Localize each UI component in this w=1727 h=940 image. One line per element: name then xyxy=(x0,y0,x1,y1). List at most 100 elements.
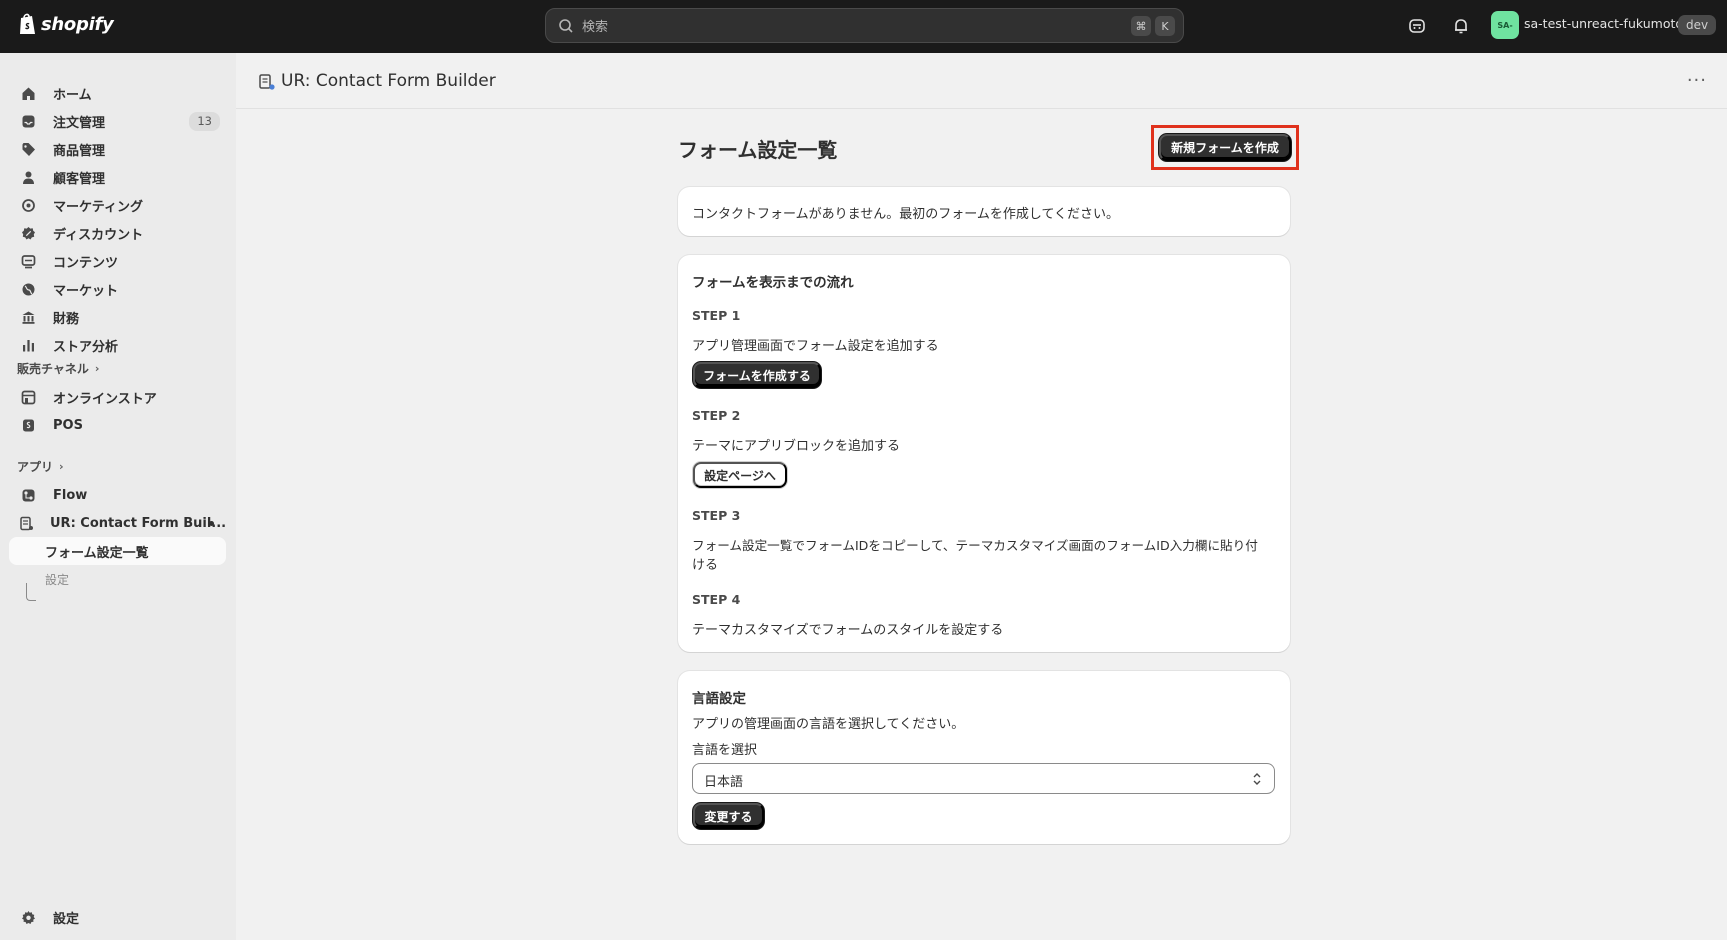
sidebar-item-pos[interactable]: POS xyxy=(9,411,226,439)
app-title: UR: Contact Form Builder xyxy=(281,71,496,91)
sidebar-item-label: 商品管理 xyxy=(53,143,106,159)
sidebar-item-flow[interactable]: Flow xyxy=(9,481,226,509)
globe-icon xyxy=(19,280,37,298)
shortcut-k-key: K xyxy=(1155,16,1175,36)
language-select[interactable]: 日本語 xyxy=(692,763,1275,794)
sidebar-item-label: 設定 xyxy=(53,911,80,927)
step-3-text-line1: フォーム設定一覧でフォームIDをコピーして、テーマカスタマイズ画面のフォームID… xyxy=(692,538,1258,553)
sales-channels-section[interactable]: 販売チャネル › xyxy=(17,360,99,377)
create-form-button[interactable]: フォームを作成する xyxy=(693,362,821,388)
section-label: 販売チャネル xyxy=(17,362,89,376)
env-badge: dev xyxy=(1678,15,1717,35)
bar-chart-icon xyxy=(19,336,37,354)
top-bar: shopify 検索 ⌘ K SA- sa-test-unreact-fukum… xyxy=(0,0,1727,53)
sidebar-subitem-label: フォーム設定一覧 xyxy=(45,545,149,561)
sidebar-item-label: 注文管理 xyxy=(53,115,106,131)
step-1-text: アプリ管理画面でフォーム設定を追加する xyxy=(692,339,939,354)
shopify-bag-icon xyxy=(20,13,35,34)
language-select-label: 言語を選択 xyxy=(692,743,758,758)
sidebar-item-orders[interactable]: 注文管理 13 xyxy=(9,107,226,135)
sidebar-item-label: ストア分析 xyxy=(53,339,119,355)
step-4-heading: STEP 4 xyxy=(692,592,741,607)
store-name[interactable]: sa-test-unreact-fukumoto xyxy=(1524,16,1683,31)
shopify-logo[interactable]: shopify xyxy=(18,12,114,36)
discount-icon xyxy=(19,224,37,242)
step-2-text: テーマにアプリブロックを追加する xyxy=(692,439,901,454)
shortcut-cmd-key: ⌘ xyxy=(1131,16,1151,36)
sidebar-item-label: Flow xyxy=(53,487,88,503)
sidebar-item-content[interactable]: コンテンツ xyxy=(9,247,226,275)
store-avatar[interactable]: SA- xyxy=(1491,11,1519,39)
sidebar-item-label: マーケット xyxy=(53,283,119,299)
sidebar-item-markets[interactable]: マーケット xyxy=(9,275,226,303)
target-icon xyxy=(19,196,37,214)
sidebar-item-online-store[interactable]: オンラインストア xyxy=(9,383,226,411)
app-title-bar: UR: Contact Form Builder ··· xyxy=(236,53,1727,109)
sidebar-item-settings[interactable]: 設定 xyxy=(9,903,226,931)
change-language-button[interactable]: 変更する xyxy=(693,803,764,829)
sidebar-item-label: 顧客管理 xyxy=(53,171,106,187)
home-icon xyxy=(19,84,37,102)
sidebar-item-label: オンラインストア xyxy=(53,391,157,407)
person-icon xyxy=(19,168,37,186)
step-3-text-line2: ける xyxy=(692,558,719,573)
step-1-heading: STEP 1 xyxy=(692,308,741,323)
sidebar-item-label: コンテンツ xyxy=(53,255,119,271)
sidebar-item-finance[interactable]: 財務 xyxy=(9,303,226,331)
sidebar-item-label: マーケティング xyxy=(53,199,143,215)
search-input[interactable]: 検索 ⌘ K xyxy=(545,8,1184,43)
settings-page-button[interactable]: 設定ページへ xyxy=(693,462,787,488)
inbox-icon xyxy=(19,112,37,130)
sidebar-item-label: UR: Contact Form Buil... xyxy=(50,515,227,531)
brand-name: shopify xyxy=(41,13,114,35)
bank-icon xyxy=(19,308,37,326)
flow-icon xyxy=(19,486,37,504)
chevron-right-icon: › xyxy=(94,362,100,375)
orders-count-badge: 13 xyxy=(189,112,220,131)
empty-state-card: コンタクトフォームがありません。最初のフォームを作成してください。 xyxy=(678,187,1290,236)
search-icon xyxy=(559,18,573,33)
step-3-heading: STEP 3 xyxy=(692,508,741,523)
language-card-description: アプリの管理画面の言語を選択してください。 xyxy=(692,717,965,732)
sidebar-item-analytics[interactable]: ストア分析 xyxy=(9,331,226,359)
new-form-button[interactable]: 新規フォームを作成 xyxy=(1159,134,1291,161)
pos-icon xyxy=(19,416,37,434)
sidebar-item-label: ディスカウント xyxy=(53,227,144,243)
sidebar: ホーム 注文管理 13 商品管理 顧客管理 マーケティング ディスカウント コン… xyxy=(0,53,236,940)
gear-icon xyxy=(19,908,37,926)
step-2-heading: STEP 2 xyxy=(692,408,741,423)
sidebar-item-label: 財務 xyxy=(53,311,80,327)
language-select-value: 日本語 xyxy=(704,775,744,790)
empty-message: コンタクトフォームがありません。最初のフォームを作成してください。 xyxy=(692,207,1120,222)
language-card-title: 言語設定 xyxy=(692,691,746,707)
sidebar-item-label: POS xyxy=(53,417,83,433)
sidebar-item-marketing[interactable]: マーケティング xyxy=(9,191,226,219)
flow-card-title: フォームを表示までの流れ xyxy=(692,275,854,291)
language-card: 言語設定 アプリの管理画面の言語を選択してください。 言語を選択 日本語 変更す… xyxy=(678,671,1290,844)
search-placeholder: 検索 xyxy=(582,20,609,35)
bell-icon[interactable] xyxy=(1450,15,1472,37)
select-chevron-icon xyxy=(1253,773,1261,785)
apps-section[interactable]: アプリ › xyxy=(17,458,64,475)
content-icon xyxy=(19,252,37,270)
sidekick-icon[interactable] xyxy=(1406,15,1428,37)
store-icon xyxy=(19,388,37,406)
sidebar-item-customers[interactable]: 顧客管理 xyxy=(9,163,226,191)
sidebar-subitem-settings[interactable]: 設定 xyxy=(45,571,69,588)
sidebar-subitem-form-list[interactable]: フォーム設定一覧 xyxy=(9,537,226,565)
app-pin-indicator xyxy=(209,521,214,526)
sidebar-item-label: ホーム xyxy=(53,87,92,103)
sidebar-item-contact-form-app[interactable]: UR: Contact Form Buil... xyxy=(9,509,226,537)
nav-tree-connector xyxy=(26,583,36,601)
sidebar-item-discounts[interactable]: ディスカウント xyxy=(9,219,226,247)
sidebar-item-home[interactable]: ホーム xyxy=(9,79,226,107)
form-app-icon xyxy=(19,514,34,532)
form-app-icon xyxy=(259,74,275,90)
tag-icon xyxy=(19,140,37,158)
chevron-right-icon: › xyxy=(59,460,64,473)
sidebar-item-products[interactable]: 商品管理 xyxy=(9,135,226,163)
section-label: アプリ xyxy=(17,460,54,474)
page-title: フォーム設定一覧 xyxy=(678,138,838,162)
more-actions-icon[interactable]: ··· xyxy=(1687,72,1707,90)
flow-card: フォームを表示までの流れ STEP 1 アプリ管理画面でフォーム設定を追加する … xyxy=(678,255,1290,652)
